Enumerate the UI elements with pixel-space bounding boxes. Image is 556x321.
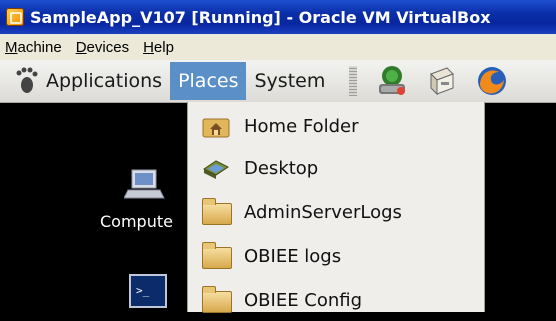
panel-menu-system[interactable]: System (246, 62, 333, 100)
places-item-label: OBIEE logs (244, 245, 342, 267)
panel-menu-system-label: System (254, 70, 326, 92)
network-icon[interactable] (375, 64, 409, 98)
virtualbox-menu-bar: Machine Devices Help (0, 34, 556, 61)
places-item-adminserverlogs[interactable]: AdminServerLogs (188, 191, 484, 233)
gnome-top-panel: Applications Places System (0, 60, 556, 103)
svg-text:>_: >_ (136, 284, 150, 297)
places-item-home-folder[interactable]: Home Folder (188, 105, 484, 147)
home-folder-icon (202, 113, 230, 139)
places-item-label: Desktop (244, 157, 319, 179)
terminal-icon[interactable]: >_ (129, 274, 167, 308)
file-cabinet-icon[interactable] (425, 64, 459, 98)
panel-menu-applications[interactable]: Applications (0, 62, 170, 100)
panel-menu-places[interactable]: Places (170, 62, 247, 100)
places-dropdown-menu: Home Folder Desktop AdminServerLogs OBIE… (187, 102, 485, 313)
window-title: SampleApp_V107 [Running] - Oracle VM Vir… (30, 7, 491, 27)
places-item-obiee-config[interactable]: OBIEE Config (188, 279, 484, 321)
desktop-icon-label-computer: Compute (100, 212, 173, 231)
panel-separator[interactable] (349, 66, 358, 96)
places-item-obiee-logs[interactable]: OBIEE logs (188, 235, 484, 277)
menu-machine[interactable]: Machine (5, 39, 62, 56)
window-title-bar[interactable]: SampleApp_V107 [Running] - Oracle VM Vir… (0, 0, 556, 34)
panel-menu-places-label: Places (178, 70, 239, 92)
places-item-label: Home Folder (244, 115, 359, 137)
folder-icon (202, 286, 232, 313)
virtualbox-icon (6, 8, 24, 26)
places-item-desktop[interactable]: Desktop (188, 147, 484, 189)
folder-icon (202, 198, 232, 225)
panel-menu-applications-label: Applications (46, 70, 163, 92)
desktop-icon (202, 155, 230, 181)
folder-icon (202, 242, 232, 269)
places-item-label: AdminServerLogs (244, 201, 402, 223)
menu-help[interactable]: Help (143, 39, 174, 56)
menu-devices[interactable]: Devices (76, 39, 129, 56)
computer-icon[interactable] (123, 168, 168, 202)
firefox-icon[interactable] (475, 64, 509, 98)
places-item-label: OBIEE Config (244, 289, 363, 311)
gnome-foot-icon (14, 67, 38, 95)
